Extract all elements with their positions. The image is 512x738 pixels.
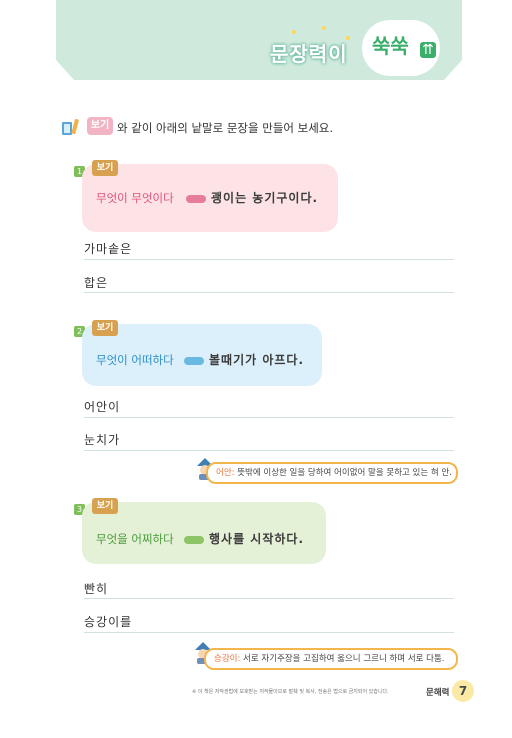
- writing-line[interactable]: [84, 632, 454, 633]
- example-sentence: 행사를 시작하다.: [209, 532, 305, 546]
- example-card-tag: 보기: [92, 160, 118, 176]
- instruction-text: 와 같이 아래의 낱말로 문장을 만들어 보세요.: [117, 121, 334, 135]
- up-arrows-icon: ⇈: [420, 42, 436, 58]
- writing-line[interactable]: [84, 598, 454, 599]
- writing-line[interactable]: [84, 450, 454, 451]
- star-decoration-icon: [292, 30, 296, 34]
- page-title: 문장력이: [270, 42, 348, 66]
- example-card-tag: 보기: [92, 320, 118, 336]
- writing-line[interactable]: [84, 417, 454, 418]
- practice-word: 승강이를: [84, 615, 133, 629]
- page-title-accent: 쑥쑥: [372, 34, 409, 58]
- note-text: 뜻밖에 이상한 일을 당하여 어이없어 말을 못하고 있는 혀 안.: [237, 468, 452, 478]
- practice-word: 어안이: [84, 400, 121, 414]
- copyright-note: ※ 이 책은 저작권법에 보호받는 저작물이므로 발췌 및 복사, 전송은 법으…: [192, 689, 389, 695]
- star-decoration-icon: [322, 26, 326, 30]
- arrow-right-icon: [186, 195, 206, 203]
- writing-line[interactable]: [84, 259, 454, 260]
- practice-word: 빤히: [84, 582, 109, 596]
- vocabulary-note: 승강이: 서로 자기주장을 고집하여 옳으니 그르니 하며 서로 다툼.: [204, 648, 458, 670]
- arrow-right-icon: [184, 536, 204, 544]
- sentence-pattern: 무엇이 무엇이다: [96, 191, 174, 205]
- example-sentence: 괭이는 농기구이다.: [211, 191, 319, 205]
- book-pencil-icon: [62, 118, 79, 135]
- banner-notch-left: [56, 60, 74, 80]
- practice-word: 가마솥은: [84, 242, 133, 256]
- example-sentence: 볼때기가 아프다.: [209, 353, 305, 367]
- practice-word: 합은: [84, 276, 109, 290]
- note-text: 서로 자기주장을 고집하여 옳으니 그르니 하며 서로 다툼.: [243, 654, 445, 664]
- vocabulary-note: 어안: 뜻밖에 이상한 일을 당하여 어이없어 말을 못하고 있는 혀 안.: [206, 462, 458, 484]
- book-label: 문해력: [426, 688, 450, 698]
- example-card-tag: 보기: [92, 498, 118, 514]
- sentence-pattern: 무엇을 어찌하다: [96, 532, 174, 546]
- note-term: 승강이:: [214, 654, 241, 664]
- sentence-pattern: 무엇이 어떠하다: [96, 353, 174, 367]
- page-number: 7: [452, 680, 474, 702]
- note-term: 어안:: [216, 468, 235, 478]
- arrow-right-icon: [184, 357, 204, 365]
- example-tag: 보기: [87, 117, 113, 135]
- writing-line[interactable]: [84, 292, 454, 293]
- banner-notch-right: [444, 60, 462, 80]
- practice-word: 눈치가: [84, 433, 121, 447]
